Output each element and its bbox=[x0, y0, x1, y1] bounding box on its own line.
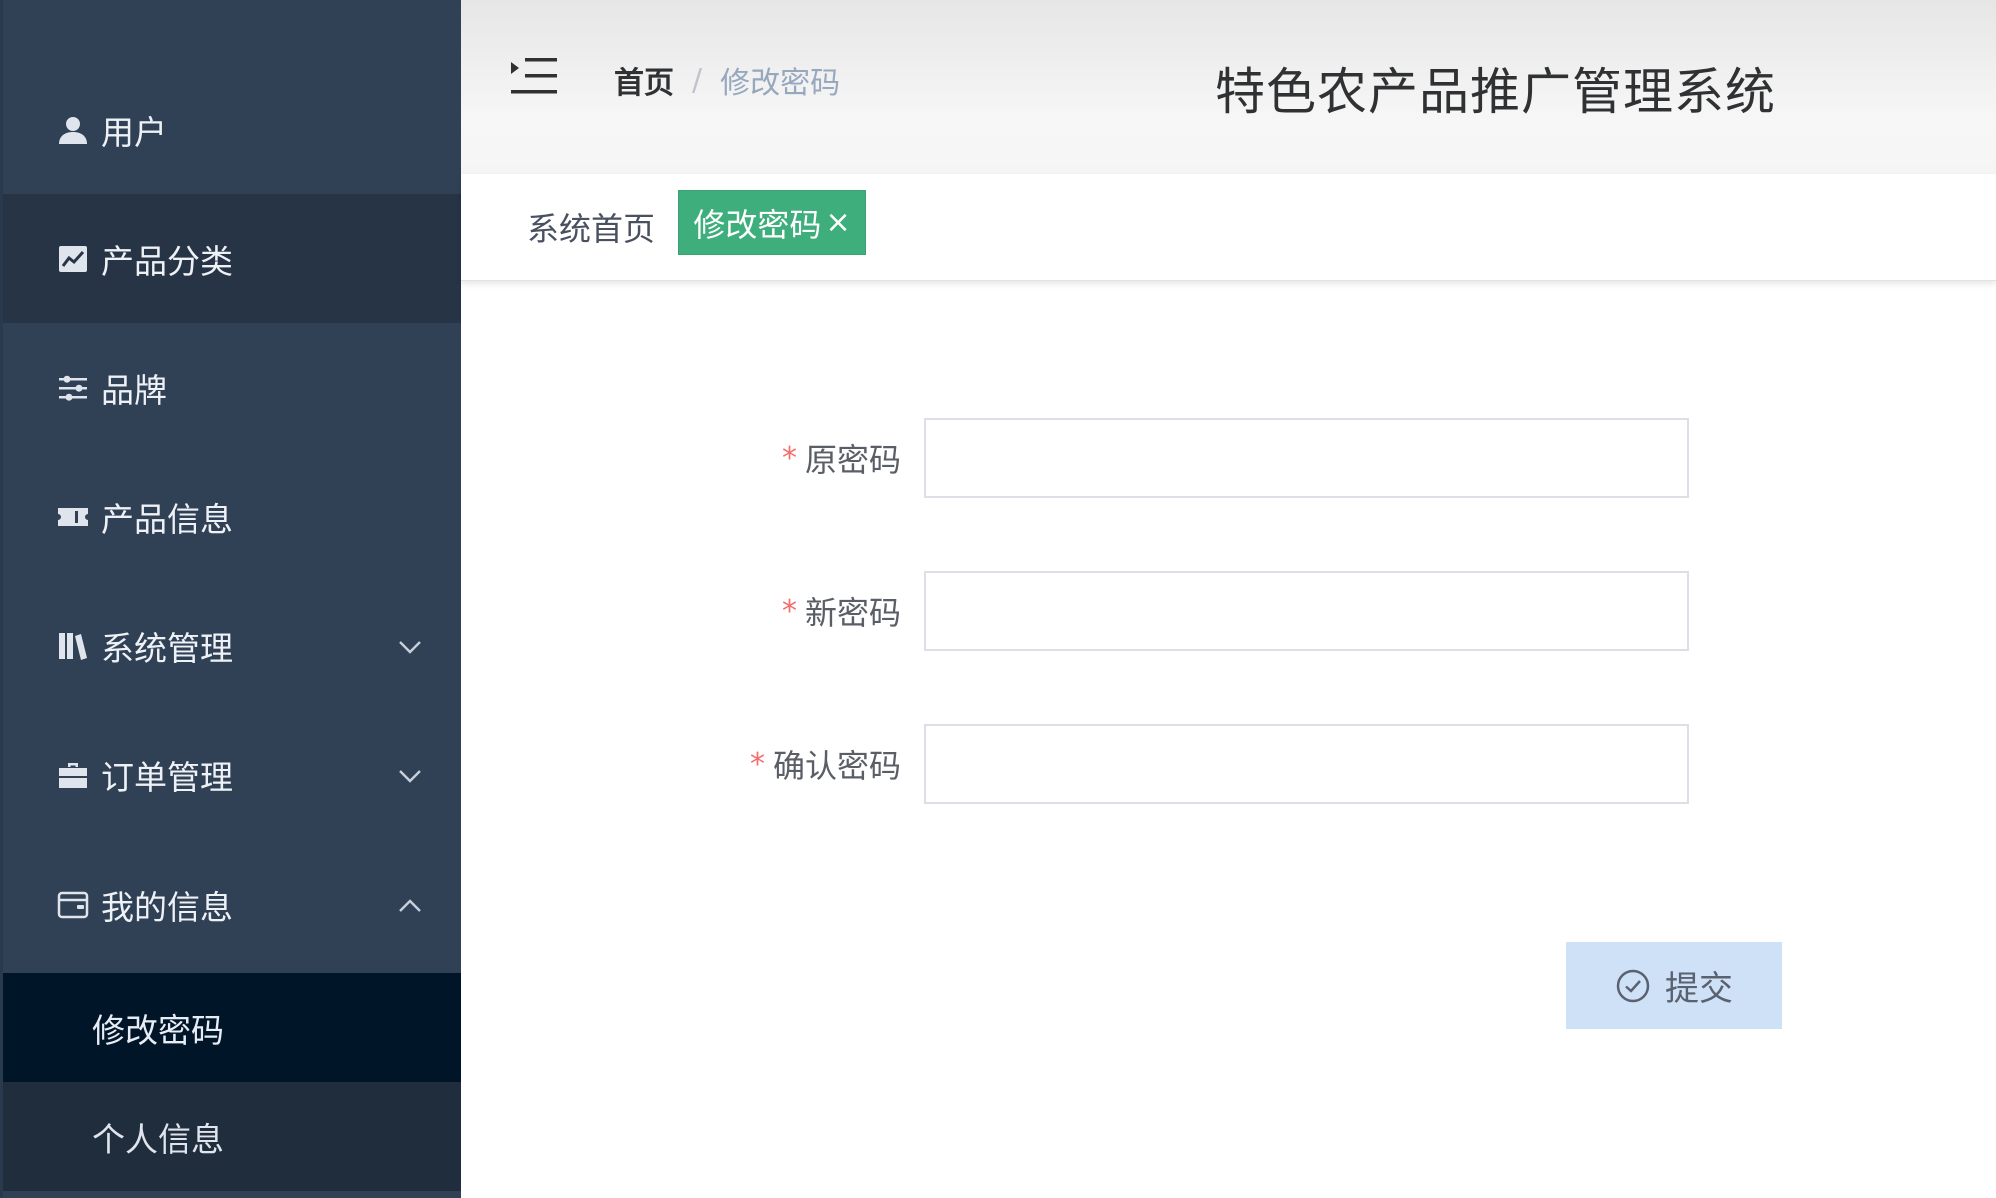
chevron-up-icon[interactable] bbox=[395, 890, 425, 920]
wallet-icon bbox=[55, 887, 91, 923]
breadcrumb-home[interactable]: 首页 bbox=[614, 58, 674, 102]
ticket-icon bbox=[55, 499, 91, 535]
check-circle-icon bbox=[1616, 969, 1650, 1002]
sidebar-item-label: 产品信息 bbox=[101, 499, 233, 539]
user-icon bbox=[55, 112, 91, 148]
sidebar-item-brand[interactable]: 品牌 bbox=[3, 323, 461, 452]
breadcrumb-separator: / bbox=[692, 62, 703, 98]
field-label: 确认密码 bbox=[772, 747, 901, 785]
required-mark: * bbox=[781, 440, 797, 476]
submenu-item-change-password[interactable]: 修改密码 bbox=[3, 973, 461, 1082]
field-label: 新密码 bbox=[804, 594, 901, 632]
sidebar-item-user[interactable]: 用户 bbox=[3, 65, 461, 194]
tag-label: 修改密码 bbox=[693, 205, 822, 244]
new-password-input[interactable] bbox=[924, 571, 1689, 651]
sidebar: 用户 产品分类 品牌 产品信息 系统管理 订单管理 我的信息 修改密码 个人信息 bbox=[0, 0, 461, 1198]
new-password-label: * 新密码 bbox=[782, 571, 901, 651]
sidebar-item-label: 用户 bbox=[101, 112, 167, 152]
sidebar-item-system-management[interactable]: 系统管理 bbox=[3, 581, 461, 710]
submenu-item-label: 个人信息 bbox=[92, 1119, 224, 1159]
sidebar-item-product-category[interactable]: 产品分类 bbox=[3, 194, 461, 323]
confirm-password-label: * 确认密码 bbox=[750, 724, 901, 804]
form-row-confirm-password: * 确认密码 bbox=[461, 724, 1996, 804]
close-icon[interactable]: × bbox=[825, 205, 850, 240]
sidebar-item-label: 品牌 bbox=[101, 370, 167, 410]
tag-change-password[interactable]: 修改密码 × bbox=[678, 190, 866, 255]
chevron-down-icon[interactable] bbox=[395, 631, 425, 661]
sidebar-item-order-management[interactable]: 订单管理 bbox=[3, 710, 461, 839]
chevron-down-icon[interactable] bbox=[395, 760, 425, 790]
submit-label: 提交 bbox=[1665, 969, 1733, 1009]
submit-button[interactable]: 提交 bbox=[1566, 942, 1782, 1029]
menu-toggle-icon[interactable] bbox=[511, 56, 557, 96]
sidebar-item-label: 订单管理 bbox=[101, 757, 233, 797]
sidebar-item-label: 产品分类 bbox=[101, 241, 233, 281]
required-mark: * bbox=[749, 746, 765, 782]
books-icon bbox=[55, 628, 91, 664]
required-mark: * bbox=[781, 593, 797, 629]
old-password-label: * 原密码 bbox=[782, 418, 901, 498]
sidebar-item-label: 我的信息 bbox=[101, 887, 233, 927]
tag-home[interactable]: 系统首页 bbox=[527, 204, 655, 250]
breadcrumb-current: 修改密码 bbox=[720, 66, 841, 101]
sliders-icon bbox=[55, 370, 91, 406]
sidebar-item-label: 系统管理 bbox=[101, 628, 233, 668]
briefcase-icon bbox=[55, 757, 91, 793]
old-password-input[interactable] bbox=[924, 418, 1689, 498]
system-title: 特色农产品推广管理系统 bbox=[1215, 63, 1776, 121]
submenu-item-personal-info[interactable]: 个人信息 bbox=[3, 1082, 461, 1191]
submenu-item-label: 修改密码 bbox=[92, 1010, 224, 1050]
sidebar-item-my-info[interactable]: 我的信息 bbox=[3, 840, 461, 969]
form-row-new-password: * 新密码 bbox=[461, 571, 1996, 651]
sidebar-item-product-info[interactable]: 产品信息 bbox=[3, 452, 461, 581]
header: 首页 / 修改密码 特色农产品推广管理系统 bbox=[461, 0, 1996, 174]
form-row-old-password: * 原密码 bbox=[461, 418, 1996, 498]
field-label: 原密码 bbox=[804, 441, 901, 479]
breadcrumb: 首页 / 修改密码 bbox=[614, 58, 840, 102]
chart-icon bbox=[55, 241, 91, 277]
confirm-password-input[interactable] bbox=[924, 724, 1689, 804]
tags-bar: 系统首页 修改密码 × bbox=[461, 174, 1996, 281]
